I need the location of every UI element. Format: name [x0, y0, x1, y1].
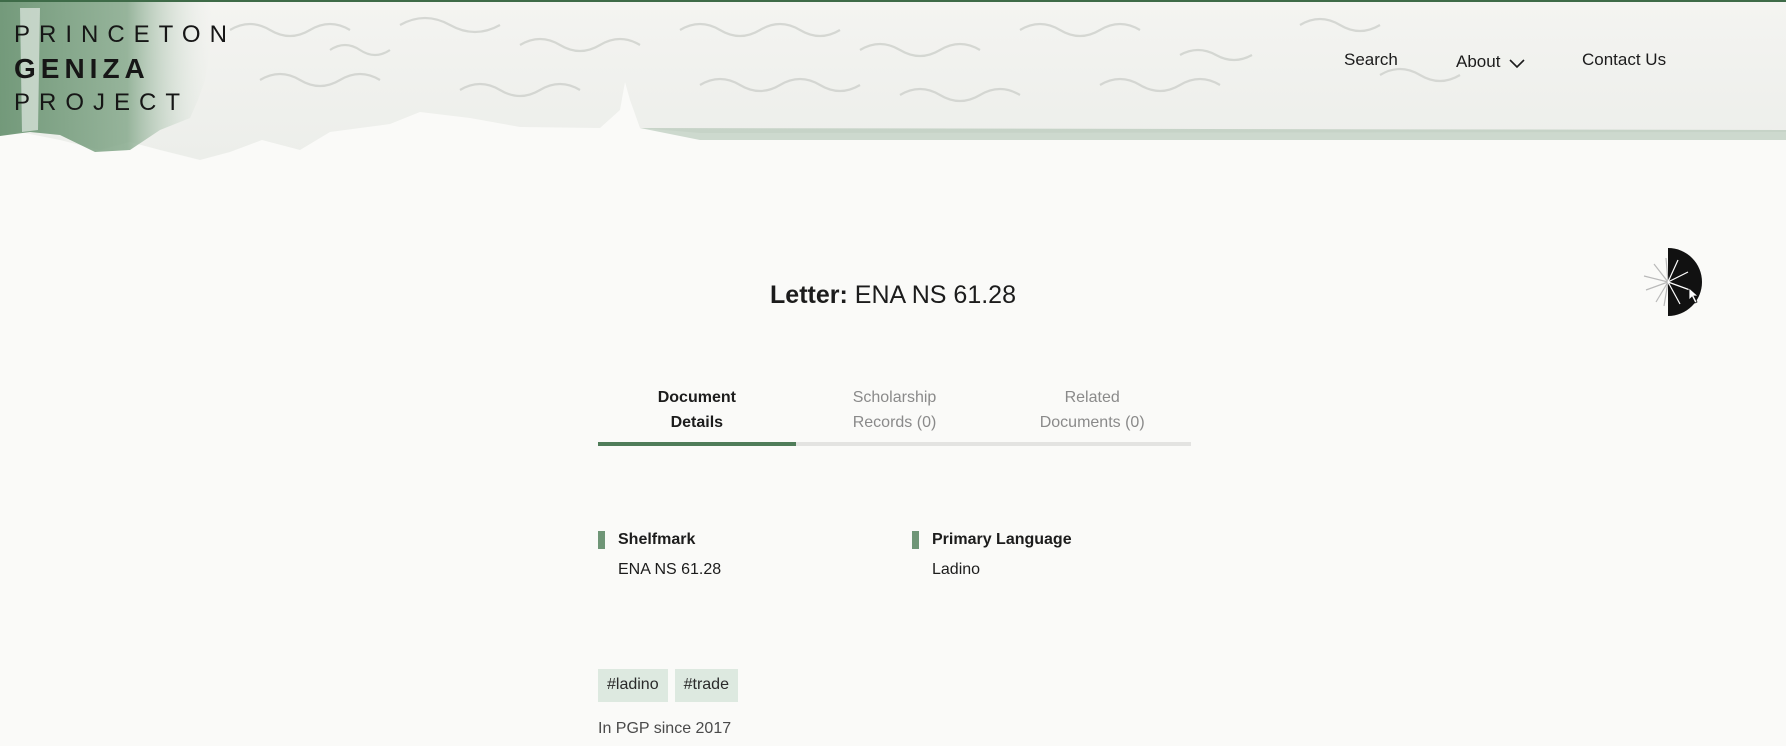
logo-line-project: PROJECT — [14, 89, 190, 116]
primary-language-value: Ladino — [932, 561, 981, 578]
tab-label-line2: Documents (0) — [1039, 414, 1145, 431]
logo-line-geniza: GENIZA — [14, 53, 150, 84]
tag-trade[interactable]: #trade — [674, 669, 738, 702]
tag-list: #ladino #trade — [598, 669, 738, 702]
page-title: Letter: ENA NS 61.28 — [0, 278, 1786, 312]
header-manuscript-banner — [0, 2, 1786, 160]
tab-label-line1: Document — [657, 389, 736, 406]
header-top-rule — [0, 0, 1786, 2]
primary-language-label: Primary Language — [932, 531, 1072, 548]
document-tabs: Document Details Scholarship Records (0)… — [598, 382, 1192, 446]
document-type: Letter: — [770, 281, 848, 309]
shelfmark-label: Shelfmark — [618, 531, 696, 548]
chevron-down-icon — [1509, 59, 1526, 69]
nav-search-link[interactable]: Search — [1344, 50, 1398, 74]
nav-about-menu[interactable]: About — [1456, 50, 1526, 74]
document-shelfmark-title: ENA NS 61.28 — [854, 281, 1016, 309]
tab-label-line1: Related — [1064, 389, 1120, 406]
tab-label-line1: Scholarship — [852, 389, 937, 406]
in-pgp-since: In PGP since 2017 — [598, 720, 732, 737]
tab-label-line2: Details — [670, 414, 724, 431]
tab-scholarship-records[interactable]: Scholarship Records (0) — [795, 382, 994, 446]
field-marker — [598, 531, 605, 549]
tab-document-details[interactable]: Document Details — [598, 382, 796, 446]
nav-contact-link[interactable]: Contact Us — [1582, 50, 1666, 74]
nav-about-label: About — [1456, 52, 1501, 71]
field-marker — [912, 531, 919, 549]
site-logo[interactable]: PRINCETON GENIZA PROJECT — [14, 18, 236, 120]
shelfmark-value: ENA NS 61.28 — [618, 561, 722, 578]
tab-label-line2: Records (0) — [852, 414, 937, 431]
site-header: PRINCETON GENIZA PROJECT Search About Co… — [0, 0, 1786, 175]
tag-ladino[interactable]: #ladino — [598, 669, 668, 702]
tab-related-documents[interactable]: Related Documents (0) — [993, 382, 1192, 446]
logo-line-princeton: PRINCETON — [14, 21, 236, 48]
